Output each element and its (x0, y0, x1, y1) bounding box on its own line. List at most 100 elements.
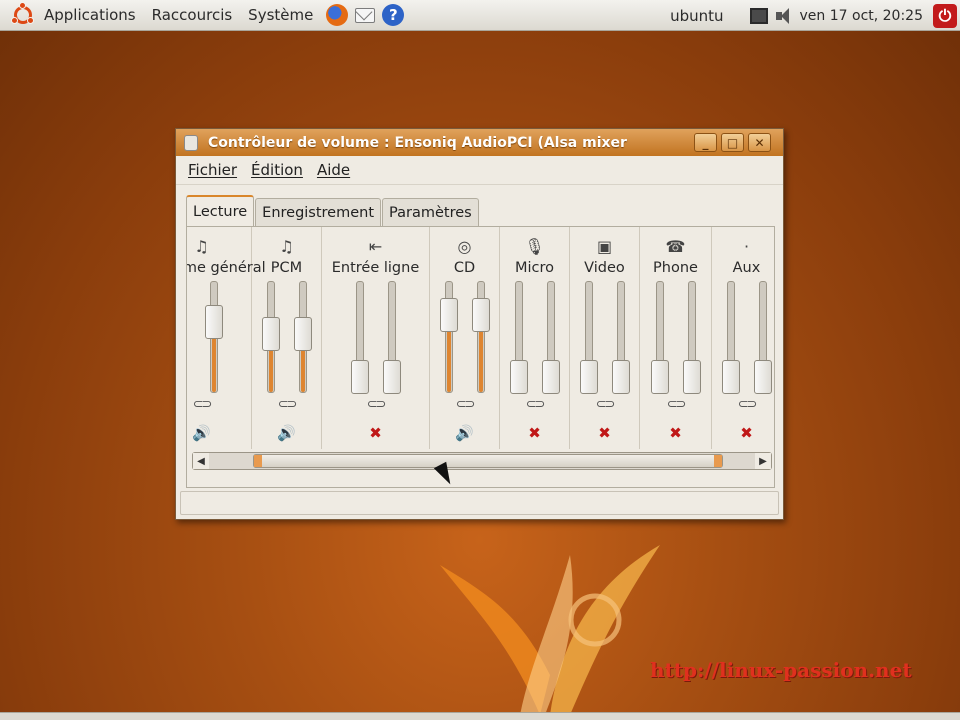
menu-raccourcis[interactable]: Raccourcis (144, 6, 241, 24)
slider-knob[interactable] (472, 297, 490, 332)
slider-knob[interactable] (205, 305, 223, 340)
muted-speaker-icon[interactable]: ✖ (740, 424, 753, 442)
menu-applications[interactable]: Applications (36, 6, 144, 24)
muted-speaker-icon[interactable]: ✖ (669, 424, 682, 442)
mail-launcher[interactable] (353, 3, 377, 27)
close-button[interactable]: ✕ (748, 133, 771, 152)
volume-slider[interactable] (754, 281, 772, 394)
minimize-button[interactable]: _ (694, 133, 717, 152)
volume-slider[interactable] (294, 281, 312, 393)
channel-lock-icon[interactable]: ⊂⊃ (738, 397, 758, 412)
slider-knob[interactable] (383, 360, 401, 394)
tab-bar: Lecture Enregistrement Paramètres (186, 195, 480, 227)
volume-control-window: Contrôleur de volume : Ensoniq AudioPCI … (175, 128, 784, 520)
channel-lock-icon[interactable]: ⊂⊃ (278, 397, 298, 412)
tab-lecture[interactable]: Lecture (186, 195, 255, 227)
slider-knob[interactable] (580, 360, 598, 394)
ubuntu-logo-icon[interactable] (10, 2, 36, 28)
maximize-button[interactable]: □ (721, 133, 744, 152)
mail-icon (355, 7, 376, 23)
volume-slider[interactable] (440, 281, 458, 393)
slider-knob[interactable] (262, 317, 280, 352)
channel-lock-icon[interactable]: ⊂⊃ (367, 397, 387, 412)
channel-lock-icon[interactable]: ⊂⊃ (193, 397, 213, 412)
volume-slider[interactable] (542, 281, 560, 394)
clock[interactable]: ven 17 oct, 20:25 (800, 8, 923, 24)
volume-slider[interactable] (683, 281, 701, 394)
volume-slider[interactable] (205, 281, 223, 393)
volume-icon[interactable] (775, 7, 794, 24)
volume-slider[interactable] (722, 281, 740, 394)
channel-lock-icon[interactable]: ⊂⊃ (667, 397, 687, 412)
muted-speaker-icon[interactable]: ✖ (528, 424, 541, 442)
tab-panel-lecture: ♫ Volume général ⊂⊃ 🔊 ♫ PCM ⊂⊃ 🔊 ⇤ Entrée ligne ⊂⊃… (186, 226, 775, 488)
network-icon[interactable] (749, 7, 768, 24)
channel-label: PCM (270, 260, 303, 276)
volume-slider[interactable] (351, 281, 369, 394)
speaker-icon[interactable]: 🔊 (277, 424, 296, 442)
volume-slider[interactable] (472, 281, 490, 393)
channel-8: · Aux ⊂⊃ ✖ (712, 227, 774, 449)
volume-slider[interactable] (651, 281, 669, 394)
volume-slider[interactable] (580, 281, 598, 394)
channel-4: ◎ CD ⊂⊃ 🔊 (430, 227, 500, 449)
channel-2: ♫ PCM ⊂⊃ 🔊 (252, 227, 322, 449)
tab-enregistrement[interactable]: Enregistrement (255, 198, 382, 227)
muted-speaker-icon[interactable]: ✖ (598, 424, 611, 442)
speaker-icon[interactable]: 🔊 (192, 424, 211, 442)
window-titlebar[interactable]: Contrôleur de volume : Ensoniq AudioPCI … (176, 129, 783, 156)
slider-knob[interactable] (294, 317, 312, 352)
menu-aide[interactable]: Aide (313, 161, 360, 179)
power-icon[interactable]: ⏻ (933, 3, 957, 28)
music-note-icon: ♫ (194, 237, 209, 256)
volume-slider[interactable] (383, 281, 401, 394)
wallpaper-art (440, 545, 660, 715)
channel-lock-icon[interactable]: ⊂⊃ (526, 397, 546, 412)
channel-strip: ♫ Volume général ⊂⊃ 🔊 ♫ PCM ⊂⊃ 🔊 ⇤ Entrée ligne ⊂⊃… (187, 227, 774, 457)
channel-lock-icon[interactable]: ⊂⊃ (456, 397, 476, 412)
channel-label: Micro (514, 260, 555, 276)
volume-slider[interactable] (612, 281, 630, 394)
slider-knob[interactable] (651, 360, 669, 394)
firefox-launcher[interactable] (325, 3, 349, 27)
music-note-icon: ♫ (279, 237, 294, 256)
menu-systeme[interactable]: Système (240, 6, 321, 24)
scrollbar-thumb[interactable] (253, 454, 723, 468)
tab-parametres[interactable]: Paramètres (382, 198, 479, 227)
help-launcher[interactable]: ? (381, 3, 405, 27)
slider-knob[interactable] (683, 360, 701, 394)
window-title: Contrôleur de volume : Ensoniq AudioPCI … (208, 134, 627, 151)
watermark: http://linux-passion.net (650, 658, 912, 682)
menu-fichier[interactable]: Fichier (184, 161, 247, 179)
slider-knob[interactable] (612, 360, 630, 394)
user-switcher[interactable]: ubuntu (670, 7, 723, 25)
channel-lock-icon[interactable]: ⊂⊃ (596, 397, 616, 412)
slider-knob[interactable] (440, 297, 458, 332)
line-in-icon: ⇤ (368, 237, 383, 256)
scroll-left-icon[interactable]: ◀ (193, 453, 209, 469)
horizontal-scrollbar[interactable]: ◀ ▶ (192, 452, 772, 470)
slider-knob[interactable] (510, 360, 528, 394)
menu-edition[interactable]: Édition (247, 161, 313, 179)
channel-6: ▣ Video ⊂⊃ ✖ (570, 227, 640, 449)
statusbar (180, 491, 779, 515)
channel-label: Volume général (187, 260, 266, 276)
slider-knob[interactable] (722, 360, 740, 394)
channel-label: CD (453, 260, 476, 276)
channel-3: ⇤ Entrée ligne ⊂⊃ ✖ (322, 227, 430, 449)
scroll-right-icon[interactable]: ▶ (755, 453, 771, 469)
cd-icon: ◎ (457, 237, 472, 256)
slider-knob[interactable] (351, 360, 369, 394)
speaker-icon[interactable]: 🔊 (455, 424, 474, 442)
slider-knob[interactable] (754, 360, 772, 394)
channel-label: Aux (732, 260, 761, 276)
muted-speaker-icon[interactable]: ✖ (369, 424, 382, 442)
app-icon (184, 134, 198, 151)
aux-icon: · (743, 237, 750, 256)
slider-knob[interactable] (542, 360, 560, 394)
microphone-icon: 🎙 (524, 237, 545, 256)
channel-5: 🎙 Micro ⊂⊃ ✖ (500, 227, 570, 449)
volume-slider[interactable] (262, 281, 280, 393)
bottom-panel (0, 712, 960, 720)
volume-slider[interactable] (510, 281, 528, 394)
